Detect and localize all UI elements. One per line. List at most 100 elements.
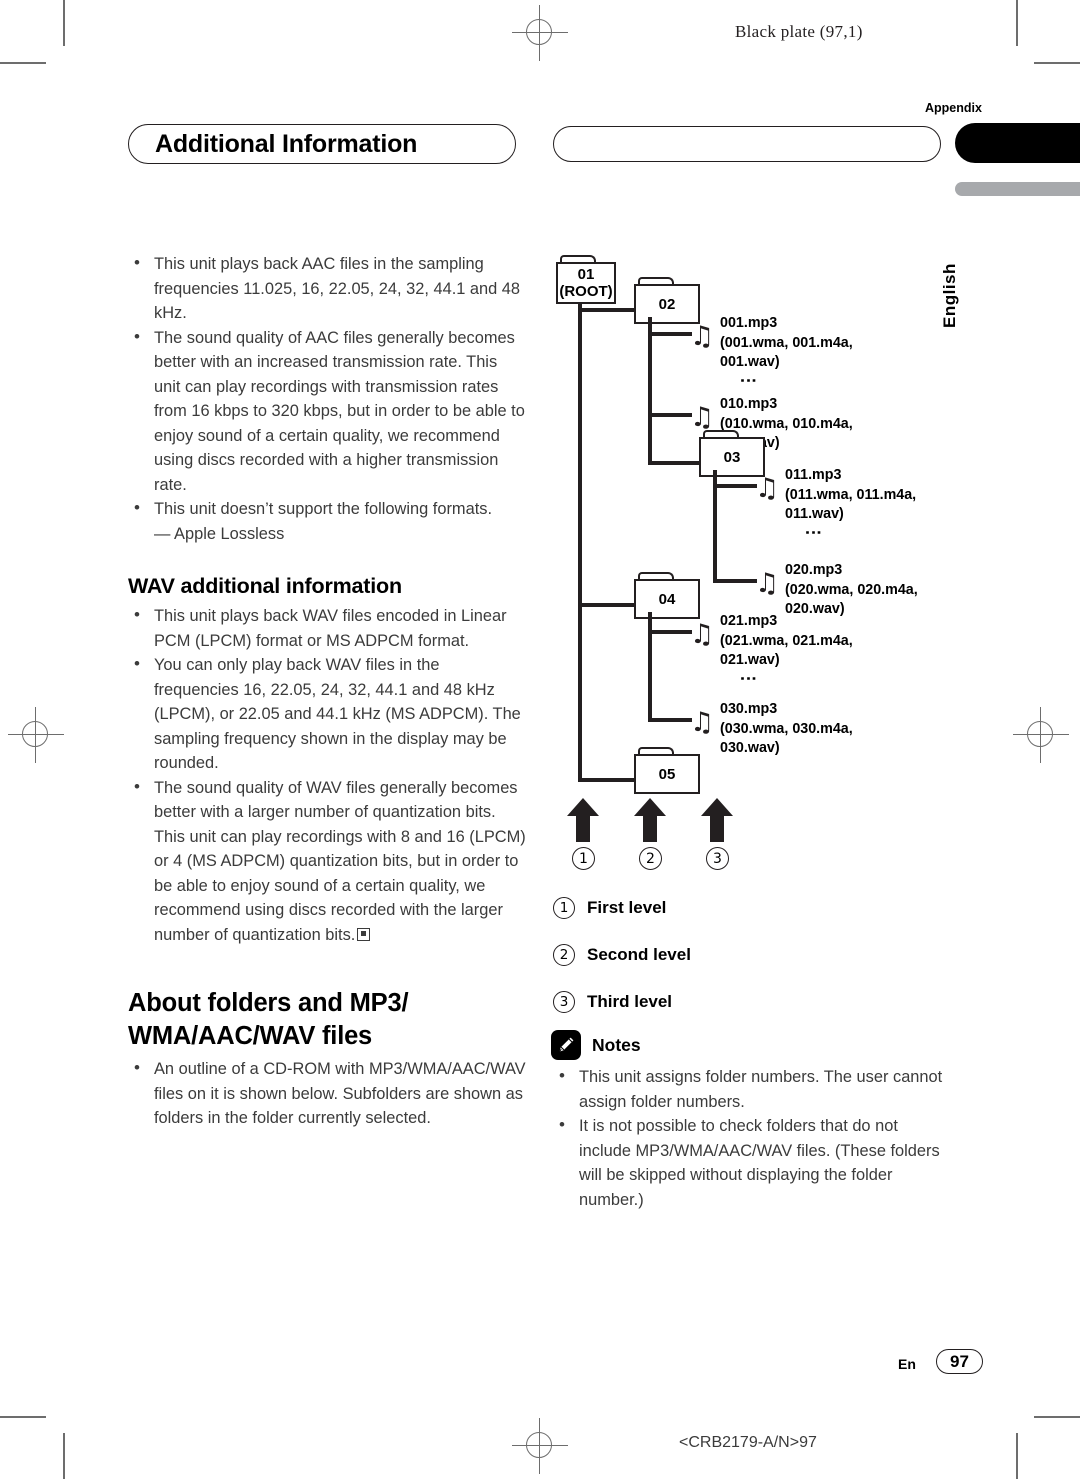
tree-trunk-02 bbox=[648, 317, 652, 465]
crop-mark-top-left-horizontal bbox=[0, 62, 46, 64]
file-name-line1: 020.mp3 bbox=[785, 562, 843, 578]
tree-branch-04-021 bbox=[648, 630, 692, 634]
section-tab-black bbox=[955, 123, 1080, 163]
file-name-line2: (020.wma, 020.m4a, bbox=[785, 581, 918, 598]
aac-bullet-list: This unit plays back AAC files in the sa… bbox=[128, 251, 528, 522]
tree-legend: 1 First level 2 Second level 3 Third lev… bbox=[553, 884, 953, 1025]
folder-body: 04 bbox=[634, 579, 700, 619]
list-item: You can only play back WAV files in the … bbox=[128, 652, 528, 776]
folder-label-line1: 03 bbox=[723, 448, 741, 466]
folder-body: 02 bbox=[634, 284, 700, 324]
notes-body: This unit assigns folder numbers. The us… bbox=[553, 1064, 953, 1212]
file-label-011: 011.mp3 (011.wma, 011.m4a, 011.wav) bbox=[785, 466, 916, 525]
sub-list-item: — Apple Lossless bbox=[154, 524, 285, 543]
list-item: This unit assigns folder numbers. The us… bbox=[553, 1064, 953, 1114]
tree-branch-root-04 bbox=[578, 603, 638, 607]
crop-mark-bottom-right-horizontal bbox=[1034, 1416, 1080, 1418]
page-title-pill: Additional Information bbox=[128, 124, 516, 164]
left-text-column: This unit plays back AAC files in the sa… bbox=[128, 251, 528, 1131]
legend-label: Third level bbox=[587, 991, 673, 1011]
legend-row-first-level: 1 First level bbox=[553, 884, 953, 931]
tree-trunk-line bbox=[578, 301, 582, 782]
crop-mark-bottom-left-vertical bbox=[63, 1433, 65, 1479]
level-arrow-2-icon bbox=[633, 797, 667, 843]
tree-branch-02-001 bbox=[648, 332, 692, 336]
file-label-021: 021.mp3 (021.wma, 021.m4a, 021.wav) bbox=[720, 612, 853, 671]
callout-number-2: 2 bbox=[639, 847, 662, 870]
file-label-020: 020.mp3 (020.wma, 020.m4a, 020.wav) bbox=[785, 561, 918, 620]
file-name-line2: (021.wma, 021.m4a, bbox=[720, 632, 853, 649]
crop-mark-bottom-left-horizontal bbox=[0, 1416, 46, 1418]
notes-title: Notes bbox=[592, 1034, 641, 1055]
legend-row-second-level: 2 Second level bbox=[553, 931, 953, 978]
registration-mark-bottom bbox=[512, 1418, 568, 1474]
plate-label: Black plate (97,1) bbox=[735, 22, 863, 41]
file-name-line1: 021.mp3 bbox=[720, 613, 778, 629]
list-item: The sound quality of WAV files generally… bbox=[128, 775, 528, 948]
notes-header: Notes bbox=[551, 1030, 641, 1060]
legend-number: 3 bbox=[553, 990, 575, 1013]
list-item-text: The sound quality of WAV files generally… bbox=[154, 778, 526, 944]
legend-number: 1 bbox=[553, 896, 575, 919]
page-title: Additional Information bbox=[155, 129, 418, 158]
section-heading-wav: WAV additional information bbox=[128, 574, 402, 598]
tree-branch-03-020 bbox=[713, 579, 757, 583]
music-note-icon: ♫ bbox=[690, 619, 715, 650]
folder-label-line1: 02 bbox=[658, 295, 676, 313]
file-name-line1: 030.mp3 bbox=[720, 701, 778, 717]
file-name-line3: 001.wav) bbox=[720, 354, 780, 370]
legend-number: 2 bbox=[553, 943, 575, 966]
file-name-line1: 001.mp3 bbox=[720, 315, 778, 331]
folder-body: 05 bbox=[634, 754, 700, 794]
music-note-icon: ♫ bbox=[690, 707, 715, 738]
file-name-line3: 021.wav) bbox=[720, 652, 780, 668]
file-name-line3: 011.wav) bbox=[785, 506, 844, 522]
wav-bullet-list: This unit plays back WAV files encoded i… bbox=[128, 603, 528, 948]
registration-mark-right bbox=[1013, 707, 1069, 763]
file-name-line2: (010.wma, 010.m4a, bbox=[720, 415, 853, 432]
list-item: This unit plays back WAV files encoded i… bbox=[128, 603, 528, 653]
folder-label-line1: 04 bbox=[658, 590, 676, 608]
ellipsis-vertical: ⋮ bbox=[739, 372, 758, 389]
callout-number-1: 1 bbox=[572, 847, 595, 870]
callout-number-3: 3 bbox=[706, 847, 729, 870]
tree-branch-04-030 bbox=[648, 718, 692, 722]
ellipsis-vertical: ⋮ bbox=[739, 670, 758, 687]
file-name-line2: (030.wma, 030.m4a, bbox=[720, 720, 853, 737]
music-note-icon: ♫ bbox=[755, 473, 780, 504]
list-item: It is not possible to check folders that… bbox=[553, 1113, 953, 1212]
music-note-icon: ♫ bbox=[755, 568, 780, 599]
level-arrow-3-icon bbox=[700, 797, 734, 843]
tree-branch-02-010 bbox=[648, 413, 692, 417]
end-of-section-icon bbox=[357, 927, 371, 941]
section-tab-gray bbox=[955, 182, 1080, 196]
pencil-icon bbox=[551, 1030, 581, 1060]
folder-label-line1: 05 bbox=[658, 765, 676, 783]
folder-body: 03 bbox=[699, 437, 765, 477]
file-label-001: 001.mp3 (001.wma, 001.m4a, 001.wav) bbox=[720, 314, 853, 373]
list-item: This unit doesn’t support the following … bbox=[128, 496, 528, 522]
legend-label: First level bbox=[587, 897, 667, 917]
folder-body: 01 (ROOT) bbox=[556, 262, 616, 304]
registration-mark-top bbox=[512, 5, 568, 61]
tree-branch-root-05 bbox=[578, 778, 638, 782]
file-name-line1: 010.mp3 bbox=[720, 396, 778, 412]
list-item: An outline of a CD-ROM with MP3/WMA/AAC/… bbox=[128, 1056, 528, 1131]
list-item: This unit plays back AAC files in the sa… bbox=[128, 251, 528, 326]
list-item: The sound quality of AAC files generally… bbox=[128, 325, 528, 498]
folder-tree-diagram: 01 (ROOT) 02 ♫ 001.mp3 (001.wma, 001.m4a… bbox=[548, 255, 978, 875]
level-arrow-1-icon bbox=[566, 797, 600, 843]
file-name-line1: 011.mp3 bbox=[785, 467, 842, 483]
section-heading-folders: About folders and MP3/ WMA/AAC/WAV files bbox=[128, 989, 409, 1050]
legend-row-third-level: 3 Third level bbox=[553, 978, 953, 1025]
file-label-030: 030.mp3 (030.wma, 030.m4a, 030.wav) bbox=[720, 700, 853, 759]
tree-trunk-04 bbox=[648, 612, 652, 722]
decorative-pill bbox=[553, 126, 941, 162]
tree-branch-02-03 bbox=[648, 461, 703, 465]
file-name-line3: 030.wav) bbox=[720, 740, 780, 756]
folder-label-line1: 01 bbox=[577, 266, 595, 283]
tree-branch-03-011 bbox=[713, 484, 757, 488]
file-name-line2: (001.wma, 001.m4a, bbox=[720, 334, 853, 351]
folders-bullet-list: An outline of a CD-ROM with MP3/WMA/AAC/… bbox=[128, 1056, 528, 1131]
crop-mark-top-left-vertical bbox=[63, 0, 65, 46]
